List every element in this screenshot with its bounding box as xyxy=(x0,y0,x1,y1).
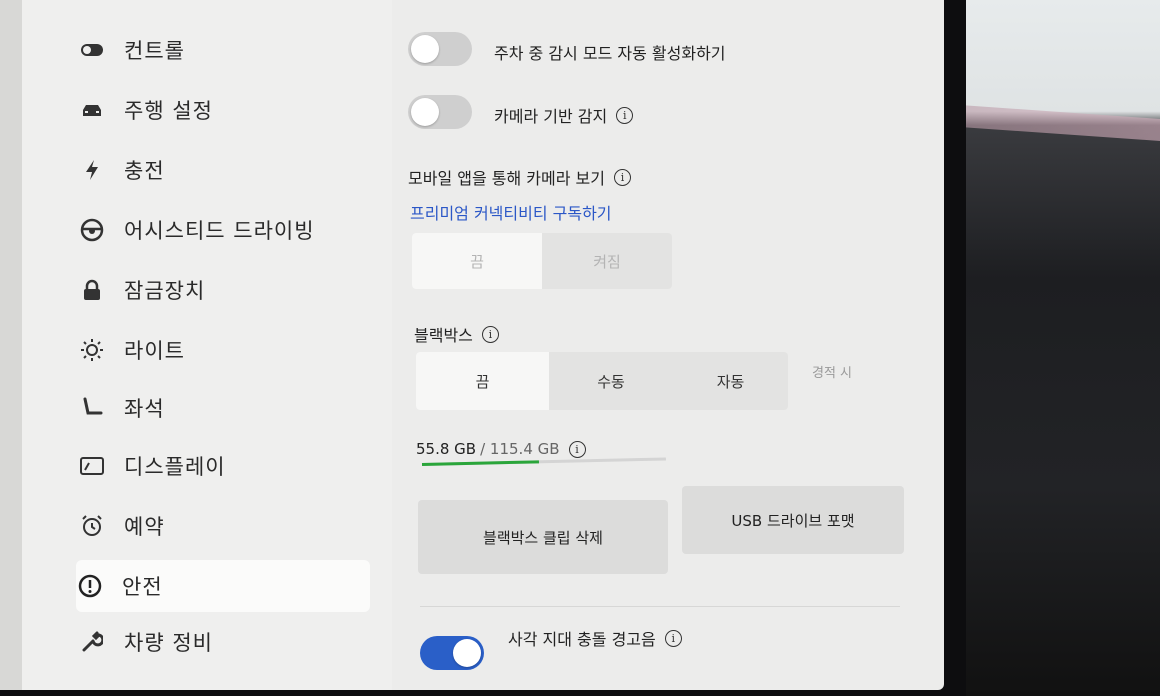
delete-dashcam-clips-button[interactable]: 블랙박스 클립 삭제 xyxy=(418,500,668,574)
sidebar-item-display[interactable]: 디스플레이 xyxy=(78,440,368,492)
dashcam-row: 블랙박스 i xyxy=(414,322,499,346)
sidebar-item-assisted-driving[interactable]: 어시스티드 드라이빙 xyxy=(78,204,368,256)
info-icon[interactable]: i xyxy=(664,629,682,647)
storage-bar xyxy=(421,457,666,466)
toggle-icon xyxy=(78,36,106,64)
sidebar-item-controls[interactable]: 컨트롤 xyxy=(78,24,368,76)
settings-sidebar: 컨트롤 주행 설정 충전 어시스티드 드라이빙 잠금장치 라이트 좌석 디스플레… xyxy=(22,0,392,690)
safety-settings-panel: 주차 중 감시 모드 자동 활성화하기 카메라 기반 감지 i 모바일 앱을 통… xyxy=(392,0,944,690)
exclamation-circle-icon xyxy=(76,572,104,600)
dashcam-option-manual[interactable]: 수동 xyxy=(549,352,673,410)
blind-spot-chime-label: 사각 지대 충돌 경고음 xyxy=(508,630,656,649)
storage-bar-fill xyxy=(421,460,540,466)
sentry-auto-label: 주차 중 감시 모드 자동 활성화하기 xyxy=(494,44,726,63)
dashcam-option-on-honk[interactable]: 경적 시 xyxy=(812,362,852,381)
sidebar-item-label: 좌석 xyxy=(124,397,165,421)
sidebar-item-charging[interactable]: 충전 xyxy=(78,144,368,196)
sidebar-item-label: 디스플레이 xyxy=(124,455,226,479)
dashcam-option-auto[interactable]: 자동 xyxy=(673,352,788,410)
sidebar-item-label: 충전 xyxy=(124,159,165,183)
section-divider xyxy=(420,606,900,607)
car-interior-background xyxy=(940,0,1160,696)
camera-detection-toggle[interactable] xyxy=(408,95,472,129)
car-icon xyxy=(78,96,106,124)
lightning-icon xyxy=(78,156,106,184)
info-icon[interactable]: i xyxy=(613,168,631,186)
sidebar-item-locks[interactable]: 잠금장치 xyxy=(78,264,368,316)
sun-icon xyxy=(78,336,106,364)
toggle-knob xyxy=(411,35,439,63)
option-on: 켜짐 xyxy=(593,252,621,271)
dashcam-mode-selector: 끔 수동 자동 xyxy=(416,352,788,410)
wrench-icon xyxy=(78,628,106,656)
premium-connectivity-link[interactable]: 프리미엄 커넥티비티 구독하기 xyxy=(410,200,612,224)
sidebar-item-label: 라이트 xyxy=(124,339,185,363)
camera-detection-row: 카메라 기반 감지 i xyxy=(494,103,634,127)
touchscreen: 컨트롤 주행 설정 충전 어시스티드 드라이빙 잠금장치 라이트 좌석 디스플레… xyxy=(0,0,944,690)
info-icon[interactable]: i xyxy=(568,440,586,458)
format-usb-button[interactable]: USB 드라이브 포맷 xyxy=(682,486,904,554)
sidebar-item-label: 어시스티드 드라이빙 xyxy=(124,219,315,243)
sidebar-item-label: 차량 정비 xyxy=(124,631,213,655)
steering-wheel-icon xyxy=(78,216,106,244)
sidebar-item-service[interactable]: 차량 정비 xyxy=(78,616,368,668)
sidebar-item-label: 예약 xyxy=(124,515,165,539)
display-icon xyxy=(78,452,106,480)
sidebar-item-schedule[interactable]: 예약 xyxy=(78,500,368,552)
seat-icon xyxy=(78,394,106,422)
left-edge-panel xyxy=(0,0,22,690)
sidebar-item-label: 잠금장치 xyxy=(124,279,206,303)
lock-icon xyxy=(78,276,106,304)
toggle-knob xyxy=(453,639,481,667)
dashcam-option-off[interactable]: 끔 xyxy=(416,352,549,410)
storage-used: 55.8 GB xyxy=(416,440,477,458)
mobile-camera-view-row: 모바일 앱을 통해 카메라 보기 i xyxy=(408,165,631,189)
storage-total: / 115.4 GB xyxy=(480,440,560,458)
info-icon[interactable]: i xyxy=(616,106,634,124)
sidebar-item-label: 주행 설정 xyxy=(124,99,213,123)
sidebar-item-safety[interactable]: 안전 xyxy=(76,560,370,612)
toggle-knob xyxy=(411,98,439,126)
option-off: 끔 xyxy=(412,233,542,289)
alarm-clock-icon xyxy=(78,512,106,540)
blind-spot-chime-toggle[interactable] xyxy=(420,636,484,670)
sidebar-item-label: 컨트롤 xyxy=(124,39,185,63)
sidebar-item-label: 안전 xyxy=(122,575,163,599)
info-icon[interactable]: i xyxy=(481,325,499,343)
blind-spot-row: 사각 지대 충돌 경고음 i xyxy=(508,626,682,650)
storage-readout: 55.8 GB / 115.4 GB i xyxy=(416,440,586,458)
sidebar-item-lights[interactable]: 라이트 xyxy=(78,324,368,376)
sidebar-item-driving[interactable]: 주행 설정 xyxy=(78,84,368,136)
sentry-auto-toggle[interactable] xyxy=(408,32,472,66)
dashcam-label: 블랙박스 xyxy=(414,326,473,345)
camera-detection-label: 카메라 기반 감지 xyxy=(494,107,608,126)
sidebar-item-seats[interactable]: 좌석 xyxy=(78,382,368,434)
mobile-camera-view-label: 모바일 앱을 통해 카메라 보기 xyxy=(408,169,605,188)
mobile-camera-view-selector: 끔 켜짐 xyxy=(412,233,672,289)
